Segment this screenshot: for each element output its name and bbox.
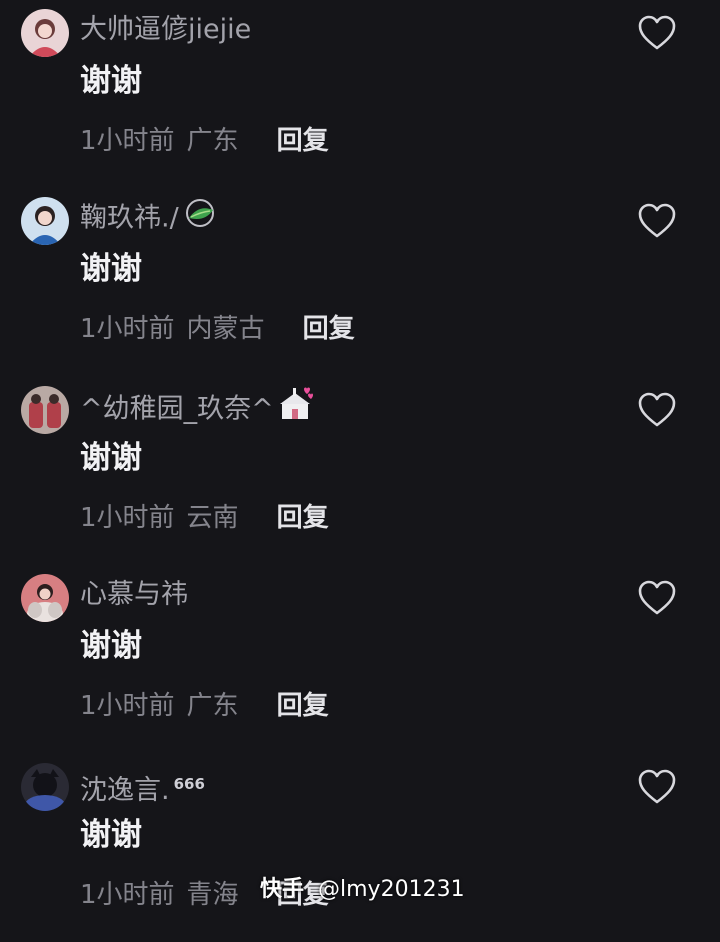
reply-button[interactable]: 回复 — [277, 685, 329, 727]
avatar-photo-icon — [21, 9, 69, 57]
comment-username[interactable]: 沈逸言. 666 — [80, 764, 205, 811]
comment-location: 青海 — [186, 880, 239, 910]
reply-button[interactable]: 回复 — [277, 120, 329, 162]
user-avatar[interactable] — [21, 9, 69, 57]
comment-text: 谢谢 — [80, 440, 142, 476]
username-text: ^幼稚园_玖奈^ — [80, 393, 274, 425]
like-button[interactable] — [637, 579, 677, 617]
comment-time: 1小时前 — [80, 691, 175, 721]
comment-username[interactable]: ^幼稚园_玖奈^ — [80, 387, 314, 433]
heart-icon — [638, 580, 676, 615]
watermark-handle: @lmy201231 — [318, 877, 465, 902]
comment-text: 谢谢 — [80, 251, 142, 287]
avatar-photo-icon — [21, 574, 69, 622]
comment-username[interactable]: 鞠玖祎./ — [80, 198, 217, 240]
avatar-photo-icon — [21, 763, 69, 811]
comment-location: 广东 — [186, 691, 239, 721]
comment-item: 大帅逼偐jiejie 谢谢 1小时前 广东 回复 — [0, 0, 720, 188]
username-text: 鞠玖祎./ — [80, 202, 179, 234]
reply-button[interactable]: 回复 — [277, 497, 329, 539]
heart-icon — [638, 203, 676, 238]
comment-location: 内蒙古 — [186, 314, 265, 344]
comment-time: 1小时前 — [80, 880, 175, 910]
avatar-photo-icon — [21, 386, 69, 434]
comment-text: 谢谢 — [80, 63, 142, 99]
watermark: 快手 @lmy201231 — [260, 872, 465, 908]
wedding-chapel-emoji — [278, 387, 314, 433]
like-button[interactable] — [637, 14, 677, 52]
comment-text: 谢谢 — [80, 628, 142, 664]
comment-text: 谢谢 — [80, 817, 142, 853]
user-avatar[interactable] — [21, 763, 69, 811]
comment-time: 1小时前 — [80, 314, 175, 344]
username-text: 沈逸言. — [80, 775, 170, 806]
heart-icon — [638, 769, 676, 804]
reply-button[interactable]: 回复 — [303, 308, 355, 350]
username-sup-badge: 666 — [173, 775, 205, 793]
comment-item: 鞠玖祎./ 谢谢 1小时前 内蒙古 回复 — [0, 188, 720, 376]
user-avatar[interactable] — [21, 386, 69, 434]
username-text: 大帅逼偐jiejie — [80, 14, 252, 45]
watermark-brand: 快手 — [260, 877, 305, 902]
comment-location: 广东 — [186, 126, 239, 156]
heart-icon — [638, 392, 676, 427]
like-button[interactable] — [637, 768, 677, 806]
like-button[interactable] — [637, 391, 677, 429]
comment-location: 云南 — [186, 503, 239, 533]
comment-meta: 1小时前 广东 回复 — [80, 120, 329, 162]
avatar-photo-icon — [21, 197, 69, 245]
comment-item: 沈逸言. 666 谢谢 1小时前 青海 回复 — [0, 754, 720, 942]
username-text: 心慕与祎 — [80, 579, 188, 610]
comment-username[interactable]: 大帅逼偐jiejie — [80, 10, 251, 50]
comment-time: 1小时前 — [80, 126, 175, 156]
comment-meta: 1小时前 广东 回复 — [80, 685, 329, 727]
user-avatar[interactable] — [21, 574, 69, 622]
comment-item: ^幼稚园_玖奈^ 谢谢 1小时前 云南 回复 — [0, 377, 720, 565]
comment-meta: 1小时前 云南 回复 — [80, 497, 329, 539]
comment-username[interactable]: 心慕与祎 — [80, 575, 188, 615]
user-avatar[interactable] — [21, 197, 69, 245]
heart-icon — [638, 15, 676, 50]
comment-time: 1小时前 — [80, 503, 175, 533]
comment-item: 心慕与祎 谢谢 1小时前 广东 回复 — [0, 565, 720, 753]
green-leaf-icon — [183, 198, 217, 240]
comment-meta: 1小时前 内蒙古 回复 — [80, 308, 355, 350]
like-button[interactable] — [637, 202, 677, 240]
